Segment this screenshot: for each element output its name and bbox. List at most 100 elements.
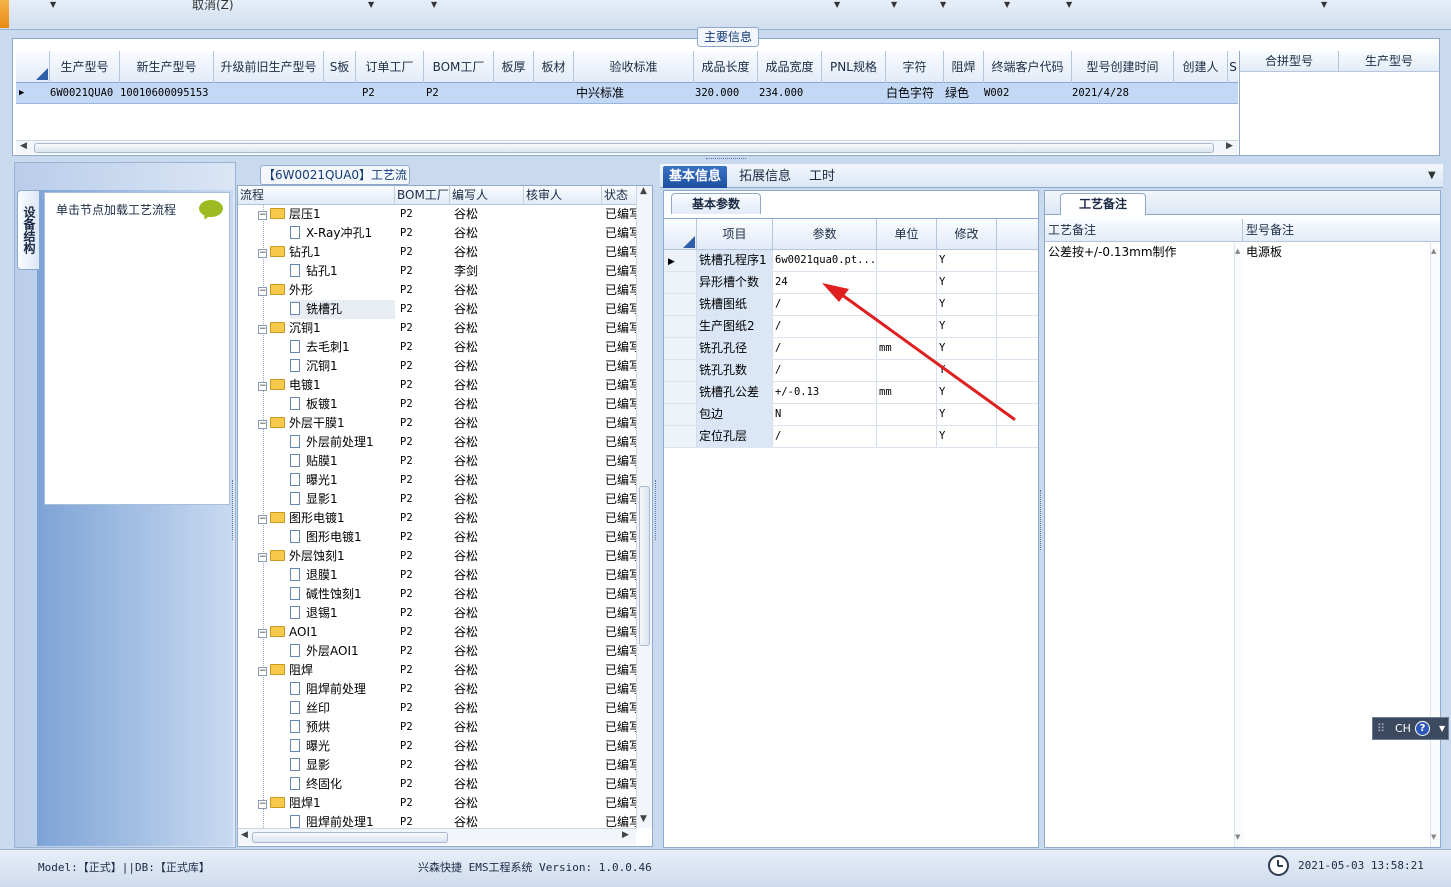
tree-row[interactable]: − 层压1 P2 谷松 已编写: [238, 205, 636, 224]
tree-node-label[interactable]: 阻焊前处理: [290, 680, 395, 699]
cell[interactable]: 234.000: [759, 83, 822, 104]
tree-row[interactable]: − 外层蚀刻1 P2 谷松 已编写: [238, 547, 636, 566]
col-header[interactable]: 参数: [773, 219, 877, 250]
cell[interactable]: [214, 83, 324, 104]
col-header[interactable]: PNL规格: [822, 51, 886, 83]
row-indicator[interactable]: [664, 272, 697, 293]
collapse-icon[interactable]: −: [258, 420, 267, 429]
tree-row[interactable]: − 电镀1 P2 谷松 已编写: [238, 376, 636, 395]
chevron-down-icon[interactable]: ▼: [834, 0, 840, 9]
param-unit[interactable]: [877, 294, 937, 315]
tree-node-label[interactable]: − 钻孔1: [258, 243, 395, 262]
col-header[interactable]: 修改: [937, 219, 997, 250]
tree-node-label[interactable]: − 阻焊1: [258, 794, 395, 813]
cell[interactable]: [494, 83, 534, 104]
tree-row[interactable]: 曝光1 P2 谷松 已编写: [238, 471, 636, 490]
tree-node-label[interactable]: 板镀1: [290, 395, 395, 414]
col-header[interactable]: S: [1228, 51, 1238, 83]
params-row[interactable]: 生产图纸2/ Y: [664, 316, 1038, 338]
cell[interactable]: 2021/4/28: [1072, 83, 1174, 104]
chevron-down-icon[interactable]: ▼: [431, 0, 437, 9]
tab-work-hours[interactable]: 工时: [803, 166, 841, 188]
collapse-icon[interactable]: −: [258, 249, 267, 258]
param-modify[interactable]: Y: [937, 316, 997, 337]
col-header[interactable]: 订单工厂: [356, 51, 424, 83]
col-header[interactable]: 工艺备注: [1045, 219, 1243, 241]
chevron-down-icon[interactable]: ▼: [940, 0, 946, 9]
craft-note-text[interactable]: 公差按+/-0.13mm制作: [1048, 243, 1234, 843]
params-row[interactable]: 定位孔层 / Y: [664, 426, 1038, 448]
tree-row[interactable]: − 外层干膜1 P2 谷松 已编写: [238, 414, 636, 433]
chevron-down-icon[interactable]: ▼: [1439, 718, 1445, 739]
tree-row[interactable]: 去毛刺1 P2 谷松 已编写: [238, 338, 636, 357]
col-header[interactable]: 型号备注: [1243, 219, 1440, 241]
splitter-handle[interactable]: [1040, 490, 1043, 550]
scroll-up-icon[interactable]: ▲: [640, 186, 647, 196]
scroll-up-icon[interactable]: ▲: [1431, 247, 1436, 255]
tree-row[interactable]: 终固化 P2 谷松 已编写: [238, 775, 636, 794]
tree-node-label[interactable]: 贴膜1: [290, 452, 395, 471]
tree-node-label[interactable]: 退锡1: [290, 604, 395, 623]
collapse-icon[interactable]: −: [258, 800, 267, 809]
scroll-down-icon[interactable]: ▼: [640, 814, 647, 824]
tree-node-label[interactable]: − 电镀1: [258, 376, 395, 395]
tree-row[interactable]: 贴膜1 P2 谷松 已编写: [238, 452, 636, 471]
col-header[interactable]: 生产型号: [1339, 51, 1439, 72]
tree-node-label[interactable]: − 层压1: [258, 205, 395, 224]
help-icon[interactable]: ?: [1415, 721, 1430, 736]
tree-row[interactable]: 铣槽孔 P2 谷松 已编写: [238, 300, 636, 319]
tree-node-label[interactable]: 外层AOI1: [290, 642, 395, 661]
cell[interactable]: [1174, 83, 1228, 104]
col-header[interactable]: 板厚: [494, 51, 534, 83]
scroll-up-icon[interactable]: ▲: [1235, 247, 1240, 255]
col-header[interactable]: 新生产型号: [120, 51, 214, 83]
cell[interactable]: [1228, 83, 1238, 104]
cell[interactable]: [822, 83, 886, 104]
col-header[interactable]: 编写人: [450, 186, 524, 205]
param-unit[interactable]: mm: [877, 382, 937, 403]
splitter-handle[interactable]: [232, 480, 235, 540]
cell[interactable]: 白色字符: [886, 83, 944, 104]
cell[interactable]: 10010600095153: [120, 83, 214, 104]
tree-node-label[interactable]: 预烘: [290, 718, 395, 737]
tree-row[interactable]: 显影1 P2 谷松 已编写: [238, 490, 636, 509]
param-value[interactable]: /: [773, 426, 877, 447]
cell[interactable]: W002: [984, 83, 1072, 104]
cell[interactable]: P2: [426, 83, 494, 104]
param-modify[interactable]: Y: [937, 250, 997, 271]
tree-row[interactable]: − 阻焊 P2 谷松 已编写: [238, 661, 636, 680]
param-value[interactable]: 24: [773, 272, 877, 293]
tree-node-label[interactable]: − 沉铜1: [258, 319, 395, 338]
chevron-down-icon[interactable]: ▼: [891, 0, 897, 9]
params-row[interactable]: ▶ 铣槽孔程序1 6w0021qua0.pt... Y: [664, 250, 1038, 272]
cell[interactable]: 中兴标准: [576, 83, 694, 104]
param-modify[interactable]: Y: [937, 382, 997, 403]
param-value[interactable]: /: [773, 338, 877, 359]
tree-row[interactable]: − 图形电镀1 P2 谷松 已编写: [238, 509, 636, 528]
tree-row[interactable]: 碱性蚀刻1 P2 谷松 已编写: [238, 585, 636, 604]
row-indicator[interactable]: ▶: [664, 250, 697, 271]
tree-row[interactable]: X-Ray冲孔1 P2 谷松 已编写: [238, 224, 636, 243]
scroll-left-icon[interactable]: ◀: [241, 830, 248, 840]
param-value[interactable]: +/-0.13: [773, 382, 877, 403]
collapse-icon[interactable]: −: [258, 211, 267, 220]
collapse-icon[interactable]: −: [258, 515, 267, 524]
chevron-down-icon[interactable]: ▼: [1004, 0, 1010, 9]
scroll-thumb[interactable]: [252, 832, 448, 843]
tree-node-label[interactable]: 阻焊前处理1: [290, 813, 395, 828]
tree-node-label[interactable]: 钻孔1: [290, 262, 395, 281]
tree-row[interactable]: 阻焊前处理 P2 谷松 已编写: [238, 680, 636, 699]
chevron-down-icon[interactable]: ▼: [50, 0, 56, 9]
tree-row[interactable]: 外层AOI1 P2 谷松 已编写: [238, 642, 636, 661]
param-unit[interactable]: [877, 360, 937, 381]
col-header[interactable]: 创建人: [1174, 51, 1228, 83]
cancel-button[interactable]: 取消(Z): [192, 0, 234, 13]
grid-corner[interactable]: [16, 51, 50, 83]
col-header[interactable]: 生产型号: [50, 51, 120, 83]
tree-row[interactable]: 阻焊前处理1 P2 谷松 已编写: [238, 813, 636, 828]
collapse-icon[interactable]: −: [258, 553, 267, 562]
tab-basic-params[interactable]: 基本参数: [671, 193, 761, 214]
splitter-handle[interactable]: [655, 480, 658, 540]
col-header[interactable]: 字符: [886, 51, 944, 83]
col-header[interactable]: S板: [324, 51, 356, 83]
